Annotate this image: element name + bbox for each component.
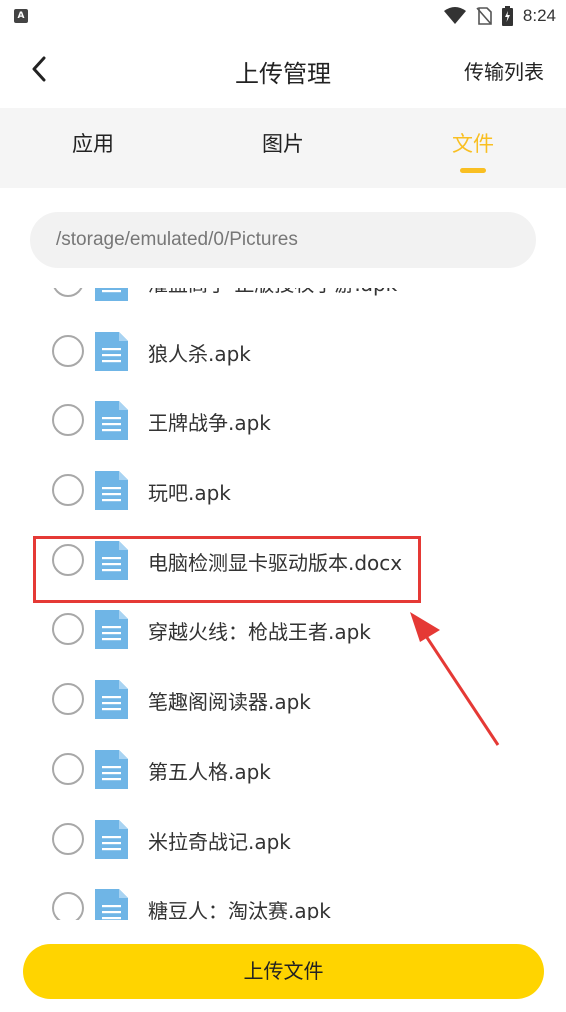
file-row[interactable]: 玩吧.apk xyxy=(0,455,566,525)
document-icon xyxy=(95,288,128,301)
file-name: 电脑检测显卡驱动版本.docx xyxy=(148,550,403,575)
clock: 8:24 xyxy=(522,6,556,25)
document-icon xyxy=(95,749,128,789)
select-radio[interactable] xyxy=(52,404,84,437)
document-icon xyxy=(95,680,128,720)
file-list[interactable]: 灌篮高手 正版授权手游.apk 狼人杀.apk 王牌战争.apk 玩吧.apk 电脑检测… xyxy=(0,288,566,920)
file-row[interactable]: 狼人杀.apk xyxy=(0,316,566,386)
file-row[interactable]: 灌篮高手 正版授权手游.apk xyxy=(0,288,566,316)
tab-pictures[interactable]: 图片 xyxy=(223,108,343,188)
tab-apps[interactable]: 应用 xyxy=(33,108,153,188)
file-name: 穿越火线：枪战王者.apk xyxy=(148,620,371,645)
select-radio[interactable] xyxy=(52,822,84,855)
document-icon xyxy=(95,331,128,371)
file-row[interactable]: 穿越火线：枪战王者.apk xyxy=(0,594,566,664)
file-row[interactable]: 第五人格.apk xyxy=(0,734,566,804)
document-icon xyxy=(95,610,128,650)
file-row[interactable]: 米拉奇战记.apk xyxy=(0,804,566,874)
battery-charging-icon xyxy=(501,6,513,26)
document-icon xyxy=(95,540,128,580)
select-radio[interactable] xyxy=(52,683,84,716)
file-name: 米拉奇战记.apk xyxy=(148,829,291,854)
file-name: 狼人杀.apk xyxy=(148,341,251,366)
document-icon xyxy=(95,889,128,920)
tab-files[interactable]: 文件 xyxy=(413,108,533,188)
upload-file-button[interactable]: 上传文件 xyxy=(23,944,544,999)
file-row[interactable]: 电脑检测显卡驱动版本.docx xyxy=(0,525,566,595)
no-sim-icon xyxy=(476,7,492,25)
file-row[interactable]: 笔趣阁阅读器.apk xyxy=(0,664,566,734)
tab-bar: 应用 图片 文件 xyxy=(0,108,566,188)
select-radio[interactable] xyxy=(52,474,84,507)
file-row[interactable]: 王牌战争.apk xyxy=(0,385,566,455)
file-row[interactable]: 糖豆人：淘汰赛.apk xyxy=(0,873,566,920)
current-path: /storage/emulated/0/Pictures xyxy=(30,212,536,268)
status-icons: 8:24 xyxy=(443,5,556,27)
select-radio[interactable] xyxy=(52,334,84,367)
file-name: 王牌战争.apk xyxy=(148,411,271,436)
app-header: 上传管理 传输列表 xyxy=(0,32,566,108)
file-name: 玩吧.apk xyxy=(148,481,231,506)
file-name: 糖豆人：淘汰赛.apk xyxy=(148,899,331,920)
document-icon xyxy=(95,401,128,441)
select-radio[interactable] xyxy=(52,892,84,920)
wifi-icon xyxy=(443,7,466,24)
file-name: 第五人格.apk xyxy=(148,759,271,784)
app-notification-icon: A xyxy=(14,9,28,23)
transfer-list-button[interactable]: 传输列表 xyxy=(464,56,544,85)
select-radio[interactable] xyxy=(52,752,84,785)
document-icon xyxy=(95,819,128,859)
file-name: 笔趣阁阅读器.apk xyxy=(148,690,311,715)
tab-label: 文件 xyxy=(452,132,494,156)
file-name: 灌篮高手 正版授权手游.apk xyxy=(148,288,397,297)
select-radio[interactable] xyxy=(52,543,84,576)
status-bar: A 8:24 xyxy=(0,0,566,32)
select-radio[interactable] xyxy=(52,613,84,646)
select-radio[interactable] xyxy=(52,288,84,297)
document-icon xyxy=(95,471,128,511)
active-tab-indicator xyxy=(460,168,486,173)
tab-label: 图片 xyxy=(262,132,304,156)
tab-label: 应用 xyxy=(72,132,114,156)
